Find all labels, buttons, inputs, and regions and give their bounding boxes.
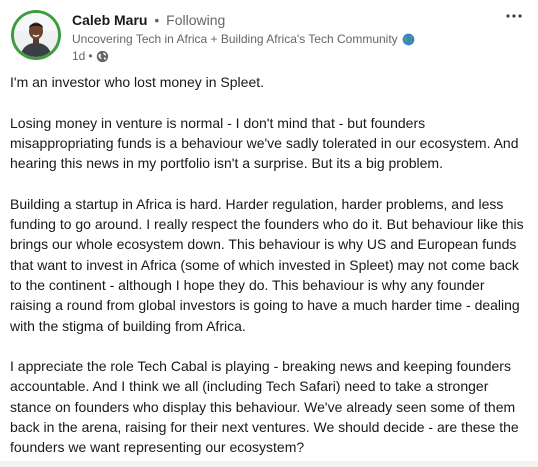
- feed-divider: [0, 461, 538, 467]
- post-header: Caleb Maru • Following Uncovering Tech i…: [72, 11, 415, 64]
- avatar-photo: [14, 13, 58, 57]
- more-options-button[interactable]: [502, 6, 526, 26]
- name-separator: •: [154, 12, 160, 28]
- post-body: I'm an investor who lost money in Spleet…: [10, 72, 528, 458]
- post-paragraph: Building a startup in Africa is hard. Ha…: [10, 195, 524, 334]
- follow-status: Following: [166, 12, 226, 28]
- more-horizontal-icon: [506, 14, 522, 18]
- author-headline-row: Uncovering Tech in Africa + Building Afr…: [72, 31, 415, 47]
- post-time[interactable]: 1d: [72, 48, 85, 64]
- visibility-globe-icon: [96, 50, 109, 63]
- globe-icon: [402, 33, 415, 46]
- author-avatar[interactable]: [11, 10, 61, 60]
- author-headline: Uncovering Tech in Africa + Building Afr…: [72, 32, 398, 46]
- post-paragraph: I appreciate the role Tech Cabal is play…: [10, 358, 519, 456]
- author-name[interactable]: Caleb Maru: [72, 12, 147, 28]
- post-meta: 1d •: [72, 48, 415, 64]
- post-paragraph: Losing money in venture is normal - I do…: [10, 114, 519, 172]
- feed-post: Caleb Maru • Following Uncovering Tech i…: [0, 0, 538, 467]
- author-line: Caleb Maru • Following: [72, 11, 415, 29]
- meta-separator: •: [88, 49, 93, 63]
- post-paragraph: I'm an investor who lost money in Spleet…: [10, 74, 265, 90]
